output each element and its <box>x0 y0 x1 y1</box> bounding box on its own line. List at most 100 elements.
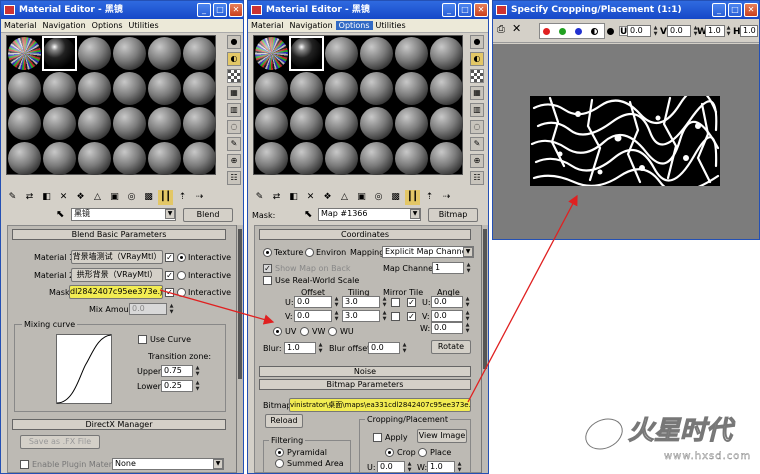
sample-slot[interactable] <box>360 37 393 70</box>
go-to-parent-icon[interactable]: ⇡ <box>175 190 190 205</box>
u-crop-spinner[interactable]: ▲ ▼ <box>406 461 413 472</box>
directx-manager-rollout[interactable]: DirectX Manager <box>12 419 226 430</box>
show-map-icon[interactable]: ▩ <box>388 190 403 205</box>
go-forward-icon[interactable]: ⇢ <box>439 190 454 205</box>
w-angle-spinner[interactable]: ▲ ▼ <box>464 322 471 334</box>
options-icon[interactable]: ✎ <box>227 137 241 151</box>
vw-radio[interactable] <box>300 327 309 336</box>
uv-radio[interactable] <box>273 327 282 336</box>
summed-area-radio[interactable] <box>275 459 284 468</box>
menu-utilities[interactable]: Utilities <box>373 21 409 30</box>
uv-tiling-icon[interactable]: ▦ <box>470 86 484 100</box>
sample-slot[interactable] <box>8 142 41 175</box>
sample-slot[interactable] <box>113 72 146 105</box>
u-tile-checkbox[interactable]: ✓ <box>407 298 416 307</box>
put-to-scene-icon[interactable]: ⇄ <box>269 190 284 205</box>
rotate-button[interactable]: Rotate <box>431 340 471 354</box>
v-tile-checkbox[interactable]: ✓ <box>407 312 416 321</box>
sample-type-icon[interactable]: ● <box>227 35 241 49</box>
panel-scrollbar[interactable] <box>481 225 488 473</box>
backlight-icon[interactable]: ◐ <box>470 52 484 66</box>
w-crop-field[interactable]: 1.0 <box>427 461 455 472</box>
sample-slot[interactable] <box>113 107 146 140</box>
sample-slot[interactable] <box>43 72 76 105</box>
view-image-button[interactable]: View Image <box>417 429 467 443</box>
w-field[interactable]: 1.0 <box>705 25 725 37</box>
red-channel-icon[interactable] <box>543 28 550 35</box>
sample-slot[interactable] <box>183 37 216 70</box>
minimize-button[interactable]: _ <box>712 3 726 17</box>
minimize-button[interactable]: _ <box>442 3 456 17</box>
sample-slot[interactable] <box>8 72 41 105</box>
sample-slots[interactable] <box>6 35 216 175</box>
material-navigator-icon[interactable]: ☷ <box>227 171 241 185</box>
mapping-dropdown-arrow[interactable]: ▼ <box>463 247 473 257</box>
make-unique-icon[interactable]: △ <box>90 190 105 205</box>
sample-slot[interactable] <box>395 142 428 175</box>
sample-slot[interactable] <box>78 37 111 70</box>
v-field[interactable]: 0.0 <box>667 25 691 37</box>
show-map-icon[interactable]: ▩ <box>141 190 156 205</box>
w-crop-spinner[interactable]: ▲ ▼ <box>456 461 463 472</box>
u-angle-spinner[interactable]: ▲ ▼ <box>464 296 471 308</box>
blur-field[interactable]: 1.0 <box>284 342 316 354</box>
sample-slot[interactable] <box>325 142 358 175</box>
pick-material-icon[interactable]: ⬉ <box>304 210 312 220</box>
material1-button[interactable]: 背景墙测试（VRayMtl） <box>71 250 163 264</box>
blur-offset-spinner[interactable]: ▲ ▼ <box>401 342 408 354</box>
map-channel-spinner[interactable]: ▲ ▼ <box>465 262 472 274</box>
material-navigator-icon[interactable]: ☷ <box>470 171 484 185</box>
map-channel-field[interactable]: 1 <box>432 262 464 274</box>
mix-amount-spinner[interactable]: ▲ ▼ <box>168 303 175 315</box>
sample-slot[interactable] <box>430 142 463 175</box>
close-button[interactable]: ✕ <box>474 3 488 17</box>
map-name-dropdown[interactable]: ▼ <box>410 209 420 219</box>
background-icon[interactable] <box>227 69 241 83</box>
enable-plugin-checkbox[interactable] <box>20 460 29 469</box>
show-end-result-icon[interactable]: ┃┃ <box>158 190 173 205</box>
sample-type-icon[interactable]: ● <box>470 35 484 49</box>
mask-map-button[interactable]: dl2842407c95ee373e.jpg <box>69 285 163 299</box>
uv-tiling-icon[interactable]: ▦ <box>227 86 241 100</box>
material-name-field[interactable]: 黑镜 <box>71 208 176 221</box>
backlight-icon[interactable]: ◐ <box>227 52 241 66</box>
sample-slot[interactable] <box>290 142 323 175</box>
name-dropdown[interactable]: ▼ <box>165 209 175 219</box>
sample-slot[interactable] <box>78 107 111 140</box>
sample-slot[interactable] <box>255 72 288 105</box>
alpha-channel-icon[interactable] <box>591 28 598 35</box>
sample-slot[interactable] <box>290 72 323 105</box>
maximize-button[interactable]: □ <box>458 3 472 17</box>
sample-slot[interactable] <box>183 142 216 175</box>
h-field[interactable]: 1.0 <box>740 25 758 37</box>
close-button[interactable]: ✕ <box>229 3 243 17</box>
mask-interactive-radio[interactable] <box>177 288 186 297</box>
pick-material-icon[interactable]: ⬉ <box>56 210 64 220</box>
blend-basic-parameters-rollout[interactable]: Blend Basic Parameters <box>12 229 226 240</box>
w-angle-field[interactable]: 0.0 <box>431 322 463 334</box>
wu-radio[interactable] <box>328 327 337 336</box>
v-tiling-spinner[interactable]: ▲ ▼ <box>381 310 388 322</box>
sample-slot[interactable] <box>360 72 393 105</box>
sample-slot[interactable] <box>78 72 111 105</box>
use-curve-checkbox[interactable] <box>138 335 147 344</box>
material2-checkbox[interactable]: ✓ <box>165 271 174 280</box>
u-angle-field[interactable]: 0.0 <box>431 296 463 308</box>
w-spinner[interactable]: ▲ ▼ <box>725 25 732 37</box>
show-end-result-icon[interactable]: ┃┃ <box>405 190 420 205</box>
sample-slot[interactable] <box>43 107 76 140</box>
u-crop-field[interactable]: 0.0 <box>377 461 405 472</box>
sample-slot[interactable] <box>8 107 41 140</box>
upper-spinner[interactable]: ▲ ▼ <box>194 365 201 377</box>
material2-button[interactable]: 拱形背景（VRayMtl） <box>71 268 163 282</box>
go-to-parent-icon[interactable]: ⇡ <box>422 190 437 205</box>
plugin-dropdown-arrow[interactable]: ▼ <box>213 459 223 469</box>
menu-navigation[interactable]: Navigation <box>40 21 89 30</box>
apply-checkbox[interactable] <box>373 433 382 442</box>
video-check-icon[interactable]: ▥ <box>470 103 484 117</box>
menu-options[interactable]: Options <box>335 21 373 30</box>
sample-slot[interactable] <box>290 107 323 140</box>
print-icon[interactable]: ⎙ <box>497 25 505 35</box>
go-forward-icon[interactable]: ⇢ <box>192 190 207 205</box>
material1-interactive-radio[interactable] <box>177 253 186 262</box>
